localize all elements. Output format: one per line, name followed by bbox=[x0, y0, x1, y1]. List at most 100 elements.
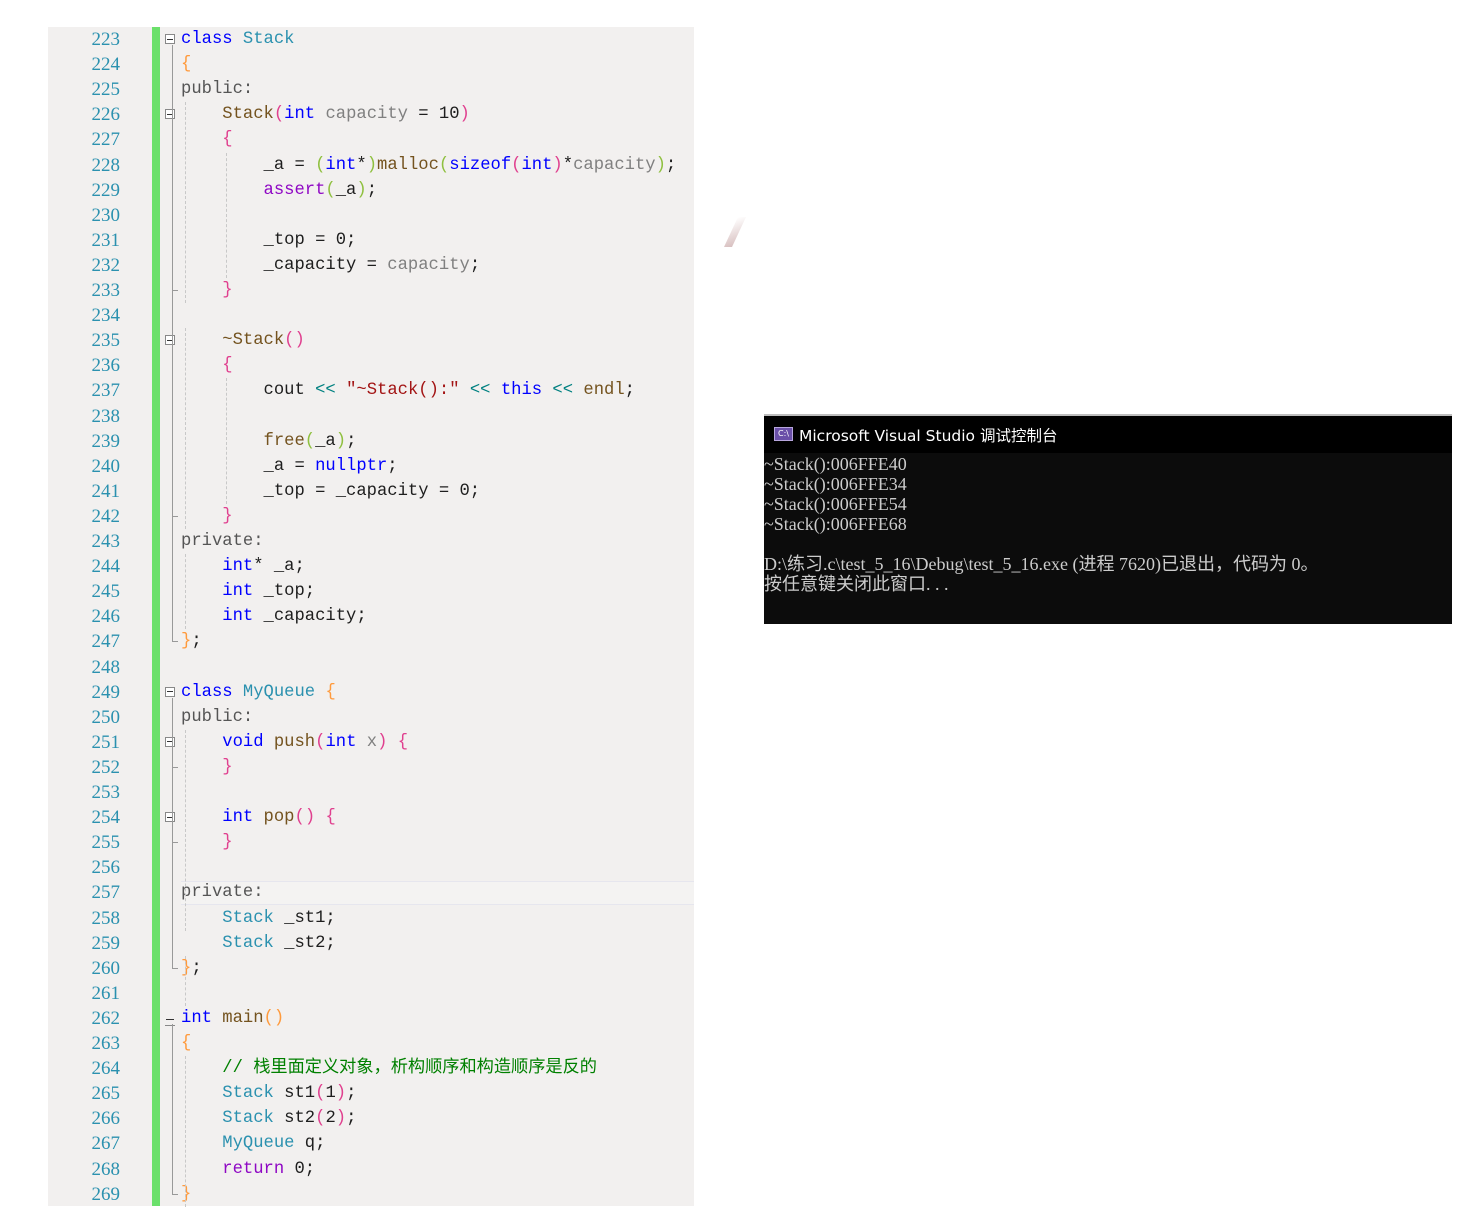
code-line[interactable]: 267 MyQueue q; bbox=[48, 1131, 694, 1156]
collapse-toggle-icon[interactable] bbox=[165, 686, 175, 697]
code-line[interactable]: 241 _top = _capacity = 0; bbox=[48, 479, 694, 504]
code-line[interactable]: 264 // 栈里面定义对象，析构顺序和构造顺序是反的 bbox=[48, 1056, 694, 1081]
code-line[interactable]: 243 private: bbox=[48, 529, 694, 554]
code-line[interactable]: 226 Stack(int capacity = 10) bbox=[48, 102, 694, 127]
decorative-stroke bbox=[724, 217, 746, 247]
code-text: private: bbox=[181, 529, 264, 554]
code-line[interactable]: 237 cout << "~Stack():" << this << endl; bbox=[48, 378, 694, 403]
line-number: 247 bbox=[91, 631, 121, 653]
code-text: // 栈里面定义对象，析构顺序和构造顺序是反的 bbox=[181, 1056, 597, 1081]
code-line[interactable]: 257 private: bbox=[48, 880, 694, 905]
token-op: << bbox=[469, 381, 491, 401]
code-line[interactable]: 263 { bbox=[48, 1031, 694, 1056]
token-plain: ; bbox=[346, 1109, 357, 1129]
code-line[interactable]: 231 _top = 0; bbox=[48, 228, 694, 253]
code-text: } bbox=[181, 504, 232, 529]
code-line[interactable]: 265 Stack st1(1); bbox=[48, 1081, 694, 1106]
code-line[interactable]: 255 } bbox=[48, 830, 694, 855]
code-line[interactable]: 229 assert(_a); bbox=[48, 178, 694, 203]
code-line[interactable]: 261 bbox=[48, 981, 694, 1006]
outline-end bbox=[172, 967, 178, 969]
code-line[interactable]: 246 int _capacity; bbox=[48, 604, 694, 629]
code-line[interactable]: 239 free(_a); bbox=[48, 429, 694, 454]
outline-end bbox=[172, 842, 178, 844]
code-line[interactable]: 225 public: bbox=[48, 77, 694, 102]
token-plain: * bbox=[356, 155, 367, 175]
token-num: 2 bbox=[325, 1109, 336, 1129]
code-line[interactable]: 251 void push(int x) { bbox=[48, 730, 694, 755]
code-line[interactable]: 234 bbox=[48, 303, 694, 328]
code-line[interactable]: 232 _capacity = capacity; bbox=[48, 253, 694, 278]
collapse-toggle-icon[interactable] bbox=[165, 736, 175, 747]
token-plain: * bbox=[562, 155, 574, 175]
code-text: _top = 0; bbox=[181, 228, 357, 253]
code-line[interactable]: 253 bbox=[48, 780, 694, 805]
token-param: capacity bbox=[325, 105, 408, 125]
code-line[interactable]: 249 class MyQueue { bbox=[48, 680, 694, 705]
token-type: Stack bbox=[222, 933, 274, 953]
collapse-toggle-icon[interactable] bbox=[165, 34, 175, 44]
line-number: 258 bbox=[91, 907, 121, 929]
code-line[interactable]: 235 ~Stack() bbox=[48, 328, 694, 353]
token-access: private: bbox=[181, 532, 264, 551]
code-line[interactable]: 238 bbox=[48, 404, 694, 429]
token-br1: { bbox=[181, 55, 192, 75]
console-app-icon: C:\ bbox=[774, 427, 793, 441]
line-number: 252 bbox=[91, 756, 121, 778]
code-line[interactable]: 258 Stack _st1; bbox=[48, 906, 694, 931]
code-line[interactable]: 256 bbox=[48, 855, 694, 880]
code-line[interactable]: 252 } bbox=[48, 755, 694, 780]
code-line[interactable]: 247}; bbox=[48, 629, 694, 654]
code-line[interactable]: 223 class Stack bbox=[48, 27, 694, 52]
console-titlebar[interactable]: C:\ Microsoft Visual Studio 调试控制台 bbox=[764, 416, 1452, 453]
code-line[interactable]: 248 bbox=[48, 655, 694, 680]
code-line[interactable]: 244 int* _a; bbox=[48, 554, 694, 579]
code-line[interactable]: 224 { bbox=[48, 52, 694, 77]
code-line[interactable]: 236 { bbox=[48, 353, 694, 378]
collapse-toggle-icon[interactable] bbox=[165, 335, 175, 346]
token-ctl: return bbox=[222, 1159, 285, 1179]
token-br2: ) bbox=[335, 1109, 347, 1129]
line-number: 240 bbox=[91, 455, 121, 477]
token-type: MyQueue bbox=[242, 682, 316, 702]
code-line[interactable]: 268 return 0; bbox=[48, 1157, 694, 1182]
code-line[interactable]: 240 _a = nullptr; bbox=[48, 454, 694, 479]
code-line[interactable]: 227 { bbox=[48, 127, 694, 152]
line-number: 264 bbox=[91, 1058, 121, 1080]
code-line[interactable]: 230 bbox=[48, 203, 694, 228]
code-line[interactable]: 233 } bbox=[48, 278, 694, 303]
token-br2: { bbox=[397, 732, 409, 752]
code-text: } bbox=[181, 830, 233, 855]
collapse-toggle-icon[interactable] bbox=[165, 109, 175, 120]
token-plain: _a bbox=[335, 180, 357, 200]
code-line[interactable]: 250 public: bbox=[48, 705, 694, 730]
code-line[interactable]: 242 } bbox=[48, 504, 694, 529]
token-plain: ; bbox=[346, 431, 357, 451]
line-number: 238 bbox=[91, 405, 121, 427]
debug-console-window[interactable]: C:\ Microsoft Visual Studio 调试控制台 ~Stack… bbox=[764, 414, 1452, 624]
token-kw: this bbox=[500, 381, 543, 401]
code-line[interactable]: 245 int _top; bbox=[48, 579, 694, 604]
code-editor[interactable]: 223 class Stack 224{225 public: 226 Stack(in… bbox=[48, 27, 746, 1207]
code-line[interactable]: 228 _a = (int*)malloc(sizeof(int)*capaci… bbox=[48, 153, 694, 178]
code-line[interactable]: 262 int main() bbox=[48, 1006, 694, 1031]
code-line[interactable]: 260}; bbox=[48, 956, 694, 981]
token-plain: q; bbox=[294, 1134, 326, 1154]
collapse-toggle-icon[interactable] bbox=[165, 1016, 175, 1026]
collapse-toggle-icon[interactable] bbox=[165, 812, 175, 823]
code-line[interactable]: 254 int pop() { bbox=[48, 805, 694, 830]
code-text: { bbox=[181, 353, 232, 378]
token-br1: } bbox=[181, 632, 192, 652]
code-line[interactable]: 269} bbox=[48, 1182, 694, 1207]
token-plain: 0; bbox=[284, 1159, 316, 1179]
token-kw: int bbox=[222, 808, 254, 828]
code-line[interactable]: 266 Stack st2(2); bbox=[48, 1106, 694, 1131]
code-line[interactable]: 259 Stack _st2; bbox=[48, 931, 694, 956]
code-text: return 0; bbox=[181, 1157, 315, 1182]
token-br2: } bbox=[222, 833, 233, 853]
